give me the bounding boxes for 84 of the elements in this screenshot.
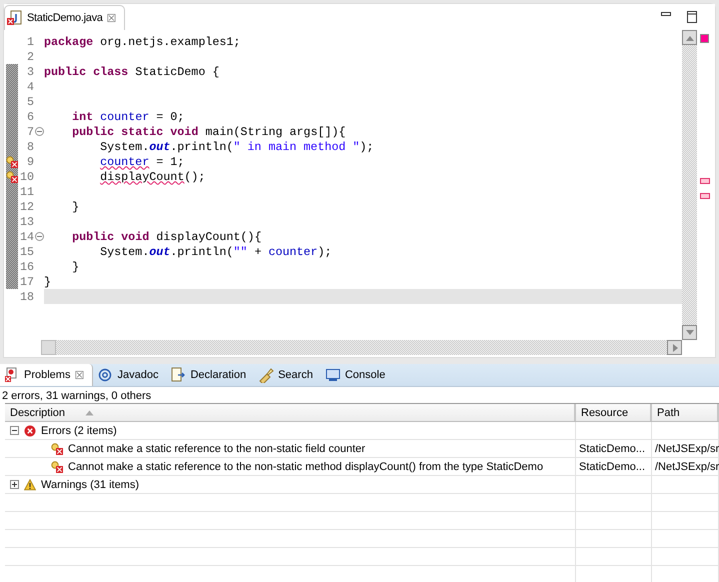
line-number: 7 bbox=[26, 124, 34, 138]
collapse-icon[interactable] bbox=[10, 426, 19, 435]
code-line: counter = 1; bbox=[99, 154, 184, 168]
line-number: 14 bbox=[18, 230, 34, 244]
tab-title: StaticDemo.java bbox=[27, 12, 103, 24]
group-label[interactable]: Errors (2 items) bbox=[41, 424, 117, 436]
view-tab[interactable]: Console bbox=[320, 364, 394, 386]
resource-cell: StaticDemo... bbox=[579, 460, 646, 472]
column-header[interactable]: Resource bbox=[576, 404, 652, 421]
code-line: System.out.println(" in main method "); bbox=[99, 140, 374, 154]
error-marker[interactable] bbox=[700, 193, 710, 199]
flashlight-icon bbox=[258, 367, 274, 383]
resource-cell: StaticDemo... bbox=[579, 442, 646, 454]
code-line: } bbox=[44, 274, 52, 288]
line-number: 2 bbox=[26, 50, 34, 64]
right-arrow-icon bbox=[670, 342, 678, 352]
column-title: Resource bbox=[581, 406, 628, 418]
warning-icon bbox=[24, 478, 36, 490]
group-label[interactable]: Warnings (31 items) bbox=[41, 478, 140, 490]
quick-fix-error-icon bbox=[51, 442, 63, 454]
close-tab-button[interactable]: ☒ bbox=[74, 368, 84, 382]
column-header[interactable]: Path bbox=[652, 404, 719, 421]
scroll-up-button[interactable] bbox=[682, 30, 697, 45]
problem-description[interactable]: Cannot make a static reference to the non-static field counter bbox=[68, 442, 366, 454]
scroll-down-button[interactable] bbox=[682, 325, 697, 340]
code-line: public class StaticDemo { bbox=[44, 64, 220, 78]
monitor-icon bbox=[324, 367, 341, 383]
code-line: } bbox=[71, 200, 80, 214]
tab-label: Search bbox=[278, 369, 313, 381]
line-number: 18 bbox=[18, 290, 34, 304]
tab-label: Console bbox=[344, 369, 386, 381]
view-tab[interactable]: Javadoc bbox=[93, 364, 166, 386]
scroll-right-button[interactable] bbox=[667, 340, 682, 355]
view-tab[interactable]: Declaration bbox=[166, 364, 254, 386]
line-number: 5 bbox=[26, 94, 34, 108]
quick-fix-error-icon bbox=[51, 460, 63, 472]
java-file-error-icon bbox=[7, 10, 23, 26]
code-line: int counter = 0; bbox=[71, 110, 184, 124]
column-header[interactable]: Description bbox=[5, 404, 576, 421]
editor-tab[interactable]: StaticDemo.java ☒ bbox=[4, 5, 126, 30]
sort-ascending-icon bbox=[85, 410, 94, 416]
line-number: 15 bbox=[18, 244, 34, 258]
expand-icon[interactable] bbox=[10, 480, 19, 489]
error-icon bbox=[24, 424, 36, 436]
code-line: displayCount(); bbox=[99, 170, 206, 184]
maximize-icon[interactable] bbox=[685, 10, 699, 24]
line-number: 11 bbox=[18, 184, 34, 198]
line-number: 9 bbox=[26, 154, 34, 168]
line-number: 17 bbox=[18, 274, 34, 288]
path-cell: /NetJSExp/sr bbox=[655, 442, 719, 454]
close-tab-button[interactable]: ☒ bbox=[106, 12, 116, 24]
line-number: 1 bbox=[26, 34, 34, 48]
line-number: 10 bbox=[18, 170, 34, 184]
line-number: 12 bbox=[18, 200, 34, 214]
path-cell: /NetJSExp/sr bbox=[655, 460, 719, 472]
code-line: package org.netjs.examples1; bbox=[44, 34, 240, 48]
document-arrow-icon bbox=[170, 367, 186, 383]
tab-label: Javadoc bbox=[117, 369, 158, 381]
at-sign-icon bbox=[97, 367, 114, 383]
problem-description[interactable]: Cannot make a static reference to the non-static method displayCount() from the type StaticDemo bbox=[68, 460, 544, 472]
tab-label: Problems bbox=[24, 369, 70, 381]
view-tab[interactable]: Problems ☒ bbox=[0, 364, 94, 386]
line-number: 13 bbox=[18, 214, 34, 228]
code-line: public static void main(String args[]){ bbox=[71, 124, 346, 138]
line-number: 6 bbox=[26, 110, 34, 124]
up-arrow-icon bbox=[684, 34, 694, 42]
quick-fix-error-icon[interactable] bbox=[6, 170, 18, 182]
down-arrow-icon bbox=[684, 328, 694, 336]
line-number: 3 bbox=[26, 64, 34, 78]
horizontal-scrollbar[interactable] bbox=[41, 340, 682, 355]
quick-fix-error-icon[interactable] bbox=[6, 156, 18, 168]
vertical-scrollbar[interactable] bbox=[682, 30, 697, 340]
code-line: System.out.println("" + counter); bbox=[99, 244, 332, 258]
problems-summary: 2 errors, 31 warnings, 0 others bbox=[0, 386, 719, 403]
error-marker[interactable] bbox=[700, 178, 710, 184]
column-title: Description bbox=[10, 406, 66, 418]
line-number: 4 bbox=[26, 80, 34, 94]
code-line: public void displayCount(){ bbox=[71, 230, 262, 244]
column-title: Path bbox=[657, 406, 680, 418]
code-line: } bbox=[71, 260, 80, 274]
tab-label: Declaration bbox=[190, 369, 246, 381]
line-number: 16 bbox=[18, 260, 34, 274]
line-number: 8 bbox=[26, 140, 34, 154]
view-tab[interactable]: Search bbox=[254, 364, 321, 386]
